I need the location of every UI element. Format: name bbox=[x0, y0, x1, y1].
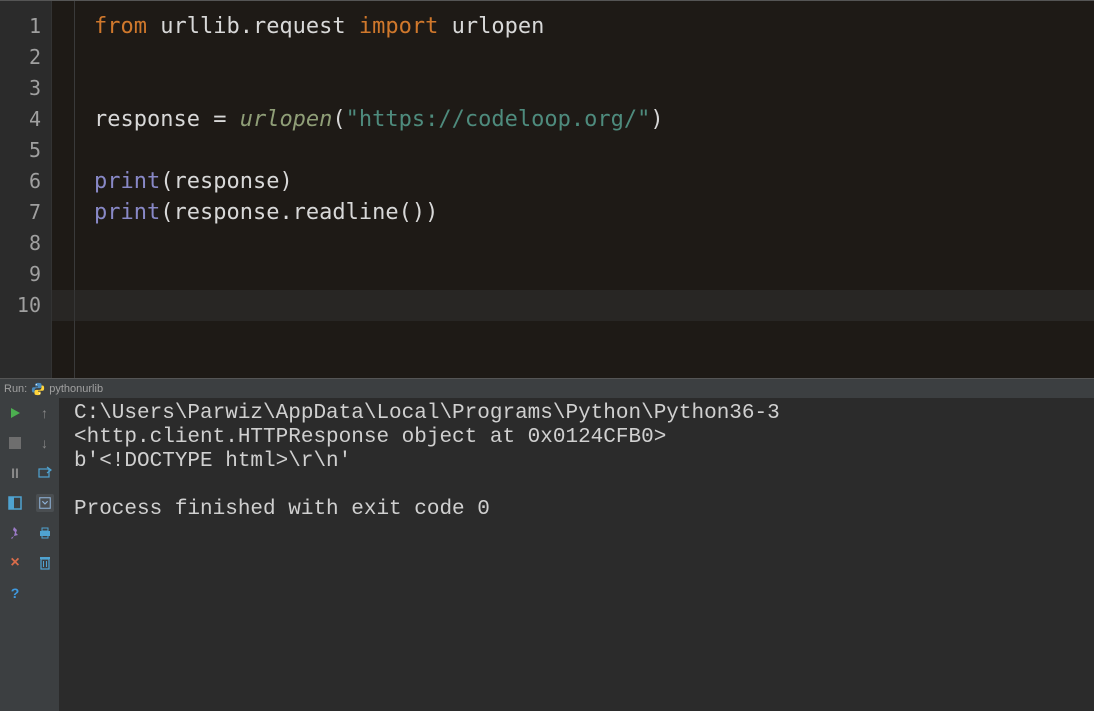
restore-layout-icon[interactable] bbox=[36, 464, 54, 482]
code-text: ) bbox=[650, 107, 663, 132]
run-toolbar-secondary: ↑ ↓ bbox=[30, 398, 60, 711]
line-number: 10 bbox=[0, 290, 45, 321]
code-content[interactable]: from urllib.request import urlopen respo… bbox=[52, 1, 1094, 290]
down-arrow-icon[interactable]: ↓ bbox=[36, 434, 54, 452]
console-line: C:\Users\Parwiz\AppData\Local\Programs\P… bbox=[74, 402, 780, 425]
layout-icon[interactable] bbox=[6, 494, 24, 512]
line-number: 9 bbox=[0, 259, 45, 290]
pause-icon[interactable]: II bbox=[6, 464, 24, 482]
keyword-import: import bbox=[359, 14, 438, 39]
run-console: II × ? ↑ ↓ C:\Users\Parwiz\AppData\Local… bbox=[0, 398, 1094, 711]
current-line-highlight bbox=[52, 290, 1094, 321]
string-literal: "https://codeloop.org/" bbox=[346, 107, 651, 132]
run-toolwindow-header[interactable]: Run: pythonurlib bbox=[0, 378, 1094, 398]
run-config-name: pythonurlib bbox=[49, 383, 103, 395]
builtin-print: print bbox=[94, 200, 160, 225]
code-text: urlopen bbox=[438, 14, 544, 39]
close-icon[interactable]: × bbox=[6, 554, 24, 572]
code-text: (response) bbox=[160, 169, 292, 194]
scroll-to-end-icon[interactable] bbox=[36, 494, 54, 512]
code-text: ( bbox=[332, 107, 345, 132]
code-text: response = bbox=[94, 107, 240, 132]
line-number: 6 bbox=[0, 166, 45, 197]
indent-guide bbox=[74, 1, 75, 378]
help-icon[interactable]: ? bbox=[6, 584, 24, 602]
play-icon[interactable] bbox=[6, 404, 24, 422]
line-number-gutter: 1 2 3 4 5 6 7 8 9 10 bbox=[0, 1, 52, 378]
console-line: <http.client.HTTPResponse object at 0x01… bbox=[74, 426, 666, 449]
trash-icon[interactable] bbox=[36, 554, 54, 572]
console-line: b'<!DOCTYPE html>\r\n' bbox=[74, 450, 351, 473]
console-output[interactable]: C:\Users\Parwiz\AppData\Local\Programs\P… bbox=[60, 398, 1094, 711]
print-icon[interactable] bbox=[36, 524, 54, 542]
line-number: 8 bbox=[0, 228, 45, 259]
pin-icon[interactable] bbox=[6, 524, 24, 542]
line-number: 3 bbox=[0, 73, 45, 104]
line-number: 2 bbox=[0, 42, 45, 73]
run-toolbar-left: II × ? bbox=[0, 398, 30, 711]
code-text: urllib.request bbox=[147, 14, 359, 39]
builtin-print: print bbox=[94, 169, 160, 194]
line-number: 1 bbox=[0, 11, 45, 42]
python-icon bbox=[31, 382, 45, 396]
up-arrow-icon[interactable]: ↑ bbox=[36, 404, 54, 422]
console-line: Process finished with exit code 0 bbox=[74, 498, 490, 521]
code-editor[interactable]: 1 2 3 4 5 6 7 8 9 10 from urllib.request… bbox=[0, 0, 1094, 378]
function-call: urlopen bbox=[240, 107, 333, 132]
line-number: 5 bbox=[0, 135, 45, 166]
line-number: 7 bbox=[0, 197, 45, 228]
run-label: Run: bbox=[4, 383, 27, 395]
code-text: (response.readline()) bbox=[160, 200, 438, 225]
line-number: 4 bbox=[0, 104, 45, 135]
stop-icon[interactable] bbox=[6, 434, 24, 452]
keyword-from: from bbox=[94, 14, 147, 39]
